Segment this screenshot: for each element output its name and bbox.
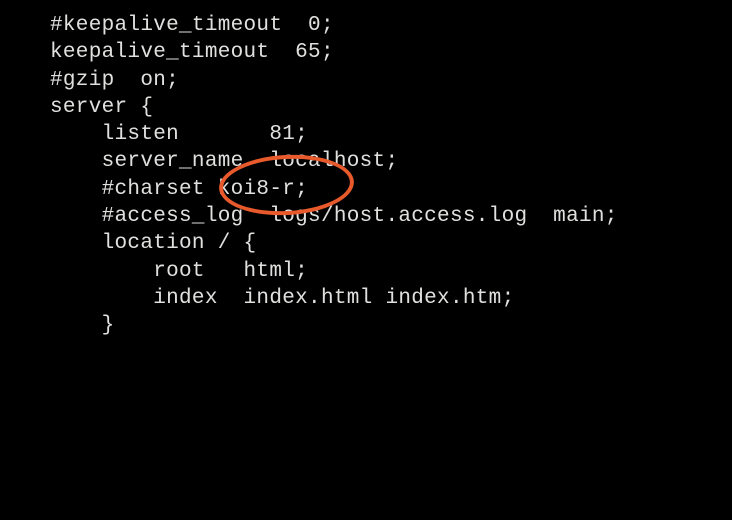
code-line: } (50, 312, 732, 339)
code-line: location / { (50, 230, 732, 257)
code-line: server_name localhost; (50, 148, 732, 175)
code-line: #gzip on; (50, 67, 732, 94)
code-line: listen 81; (50, 121, 732, 148)
config-code-block: #keepalive_timeout 0; keepalive_timeout … (50, 12, 732, 340)
code-line: root html; (50, 258, 732, 285)
code-line: #charset koi8-r; (50, 176, 732, 203)
code-line: keepalive_timeout 65; (50, 39, 732, 66)
code-line: server { (50, 94, 732, 121)
code-line: index index.html index.htm; (50, 285, 732, 312)
code-line: #keepalive_timeout 0; (50, 12, 732, 39)
code-line: #access_log logs/host.access.log main; (50, 203, 732, 230)
